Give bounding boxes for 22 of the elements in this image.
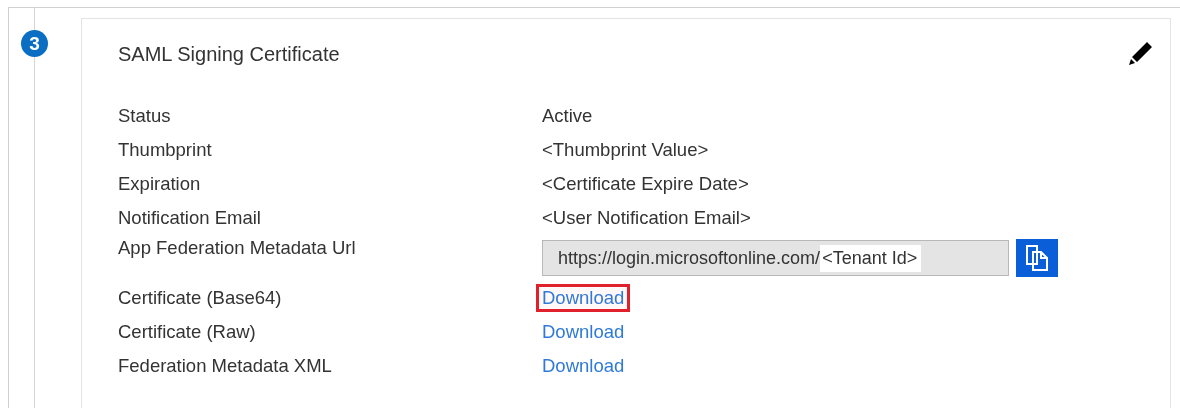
download-link[interactable]: Download: [536, 284, 631, 312]
step-number-badge: 3: [21, 30, 48, 57]
field-label: Certificate (Raw): [118, 321, 257, 343]
field-value: Active: [542, 105, 593, 127]
url-text: https://login.microsoftonline.com/: [558, 247, 821, 269]
copy-icon: [1025, 244, 1049, 272]
field-label: Thumbprint: [118, 139, 213, 161]
field-value: <Thumbprint Value>: [542, 139, 709, 161]
field-value: <Certificate Expire Date>: [542, 173, 749, 195]
url-field[interactable]: https://login.microsoftonline.com/<Tenant Id>: [542, 240, 1009, 276]
field-label: Notification Email: [118, 207, 262, 229]
card-title: SAML Signing Certificate: [118, 43, 340, 67]
field-label: Expiration: [118, 173, 202, 195]
download-link[interactable]: Download: [536, 318, 631, 346]
download-link[interactable]: Download: [536, 352, 631, 380]
tenant-id-text: <Tenant Id>: [820, 244, 922, 272]
field-value: <User Notification Email>: [542, 207, 751, 229]
field-label: Status: [118, 105, 172, 127]
copy-button[interactable]: [1016, 239, 1058, 277]
field-label: Federation Metadata XML: [118, 355, 333, 377]
field-label: Certificate (Base64): [118, 287, 283, 309]
field-label: App Federation Metadata Url: [118, 236, 357, 259]
